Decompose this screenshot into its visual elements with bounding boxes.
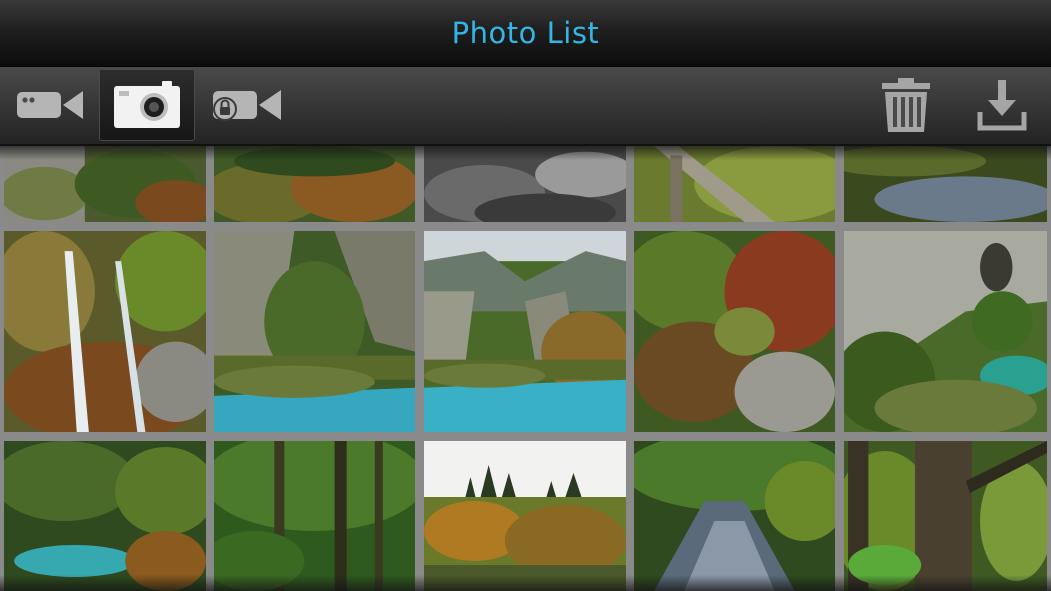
download-button[interactable] (954, 69, 1050, 141)
photo-thumbnail[interactable] (4, 146, 206, 222)
photo-thumbnail[interactable] (214, 146, 415, 222)
photo-thumbnail[interactable] (424, 441, 626, 591)
photo-thumbnail[interactable] (634, 231, 835, 432)
title-bar: Photo List (0, 0, 1051, 67)
page-title: Photo List (451, 16, 600, 50)
download-icon (977, 80, 1027, 131)
photo-mode-button[interactable] (99, 69, 195, 141)
photo-thumbnail[interactable] (634, 441, 835, 591)
trash-icon (882, 78, 930, 132)
photo-thumbnail[interactable] (844, 231, 1047, 432)
photo-camera-icon (114, 81, 180, 128)
photo-thumbnail[interactable] (4, 231, 206, 432)
photo-thumbnail[interactable] (424, 231, 626, 432)
photo-thumbnail[interactable] (214, 441, 415, 591)
photo-grid (0, 146, 1051, 591)
photo-thumbnail[interactable] (844, 441, 1047, 591)
photo-thumbnail[interactable] (214, 231, 415, 432)
photo-thumbnail[interactable] (634, 146, 835, 222)
locked-video-mode-button[interactable] (198, 69, 294, 141)
video-mode-button[interactable] (2, 69, 98, 141)
toolbar (0, 67, 1051, 146)
locked-video-camera-icon (213, 90, 281, 121)
photo-thumbnail[interactable] (4, 441, 206, 591)
video-camera-icon (17, 91, 83, 119)
photo-thumbnail[interactable] (424, 146, 626, 222)
photo-thumbnail[interactable] (844, 146, 1047, 222)
delete-button[interactable] (858, 69, 954, 141)
